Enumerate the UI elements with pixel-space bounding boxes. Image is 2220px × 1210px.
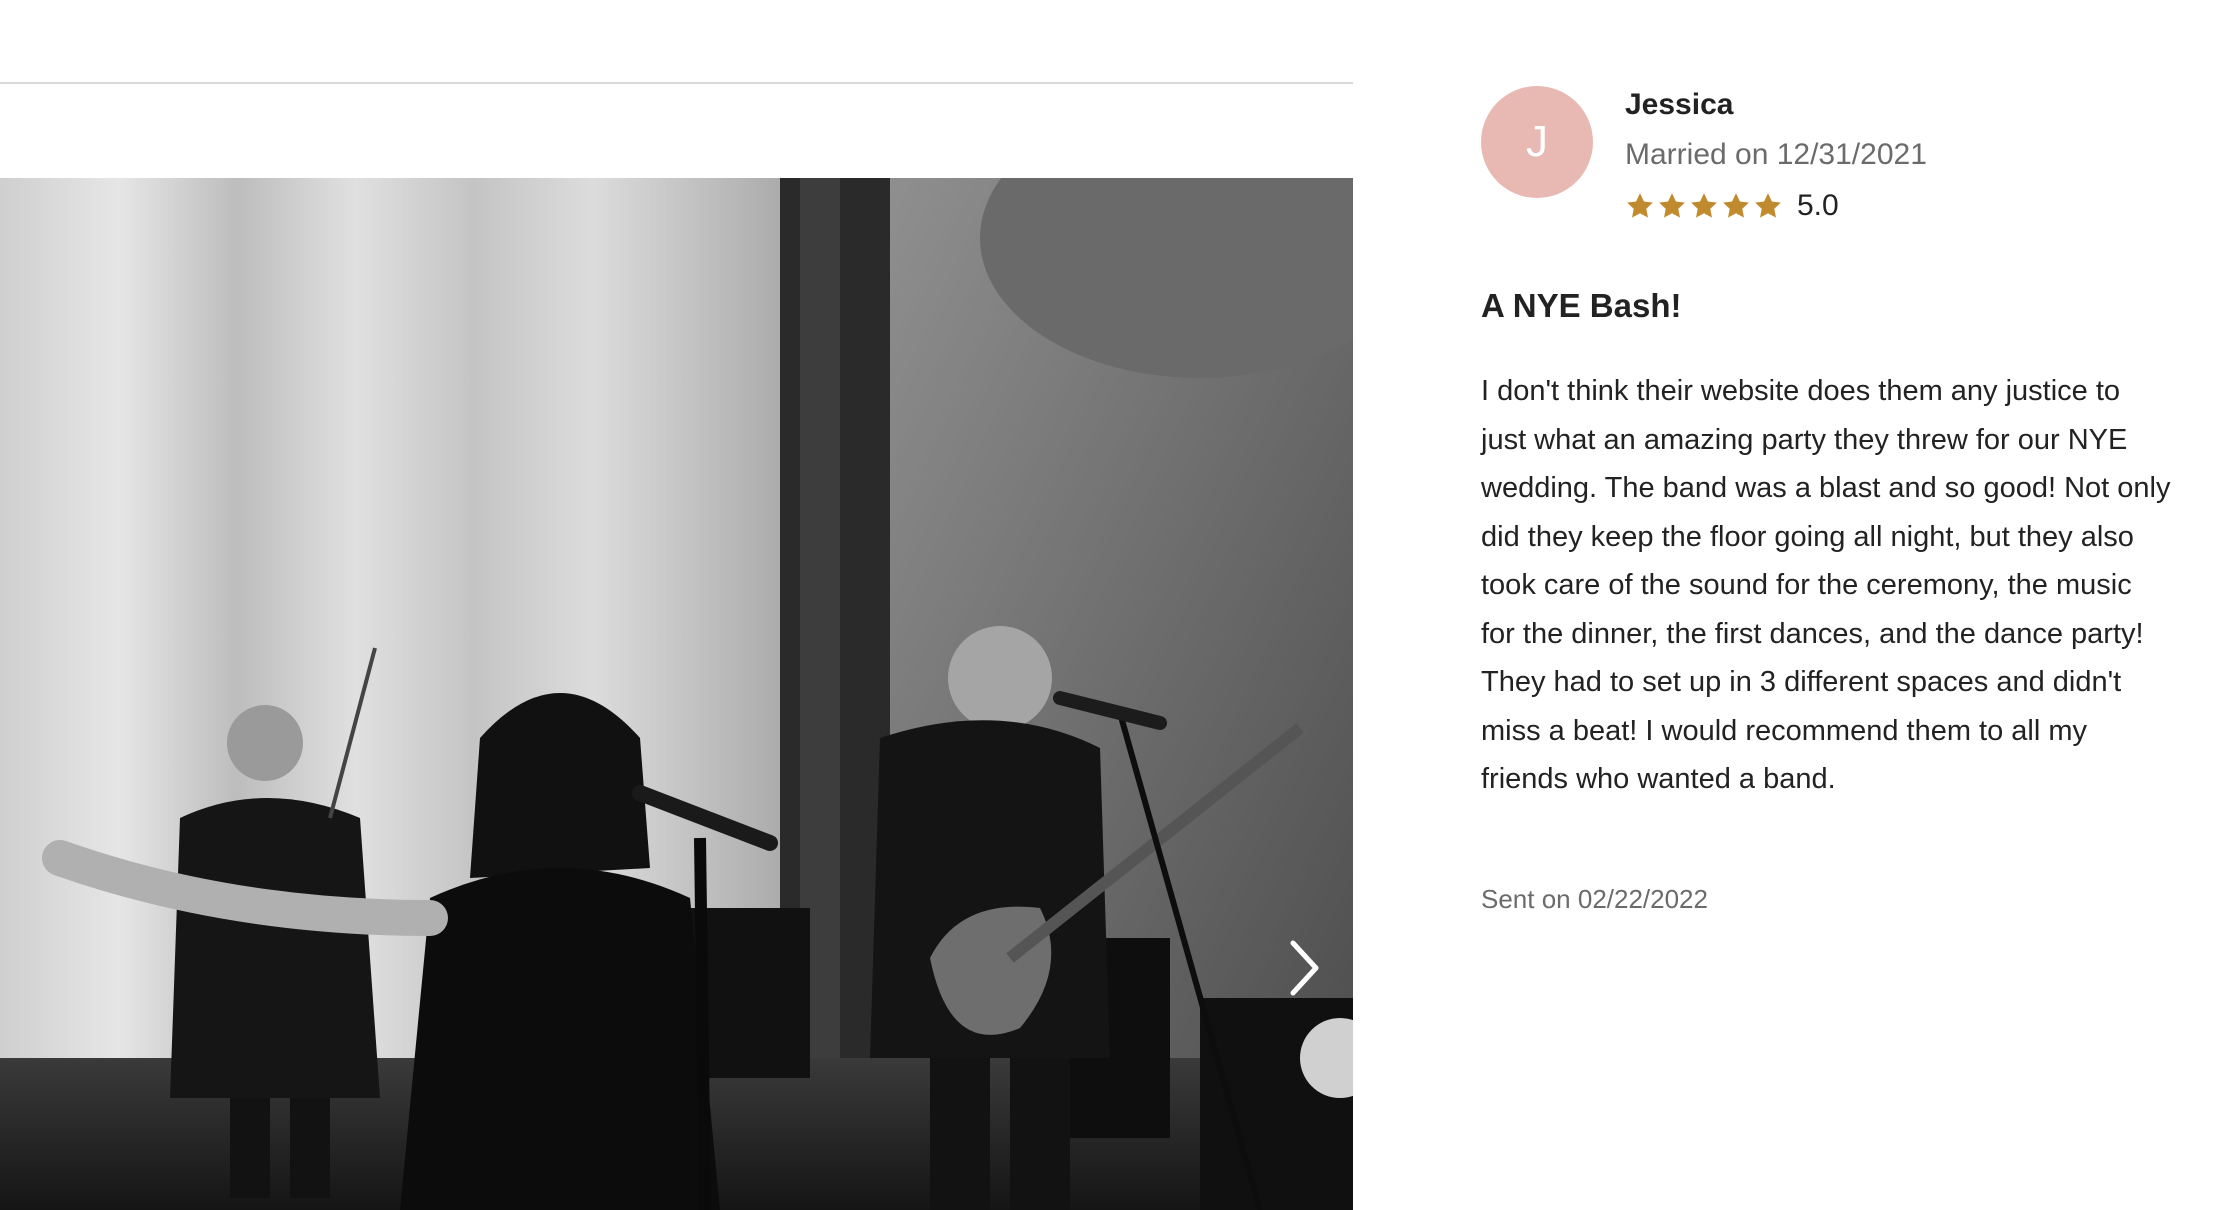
sent-date: Sent on 02/22/2022 bbox=[1481, 884, 1708, 914]
rating-value: 5.0 bbox=[1797, 189, 1839, 222]
top-divider bbox=[0, 82, 1353, 84]
star-icon bbox=[1627, 193, 1653, 218]
review-photo-gallery[interactable] bbox=[0, 178, 1353, 1210]
next-photo-button[interactable] bbox=[1270, 928, 1340, 1008]
avatar: J bbox=[1481, 86, 1593, 198]
star-icon bbox=[1755, 193, 1781, 218]
review-body: I don't think their website does them an… bbox=[1481, 375, 2171, 795]
star-icon bbox=[1659, 193, 1685, 218]
chevron-right-icon bbox=[1290, 940, 1319, 996]
rating-row: 5.0 bbox=[1625, 186, 1839, 226]
star-rating bbox=[1625, 191, 1783, 221]
star-icon bbox=[1691, 193, 1717, 218]
reviewer-name: Jessica bbox=[1625, 88, 1734, 121]
review-title: A NYE Bash! bbox=[1481, 287, 1682, 324]
star-icon bbox=[1723, 193, 1749, 218]
band-performance-photo bbox=[0, 178, 1353, 1210]
married-date: Married on 12/31/2021 bbox=[1625, 138, 1927, 171]
